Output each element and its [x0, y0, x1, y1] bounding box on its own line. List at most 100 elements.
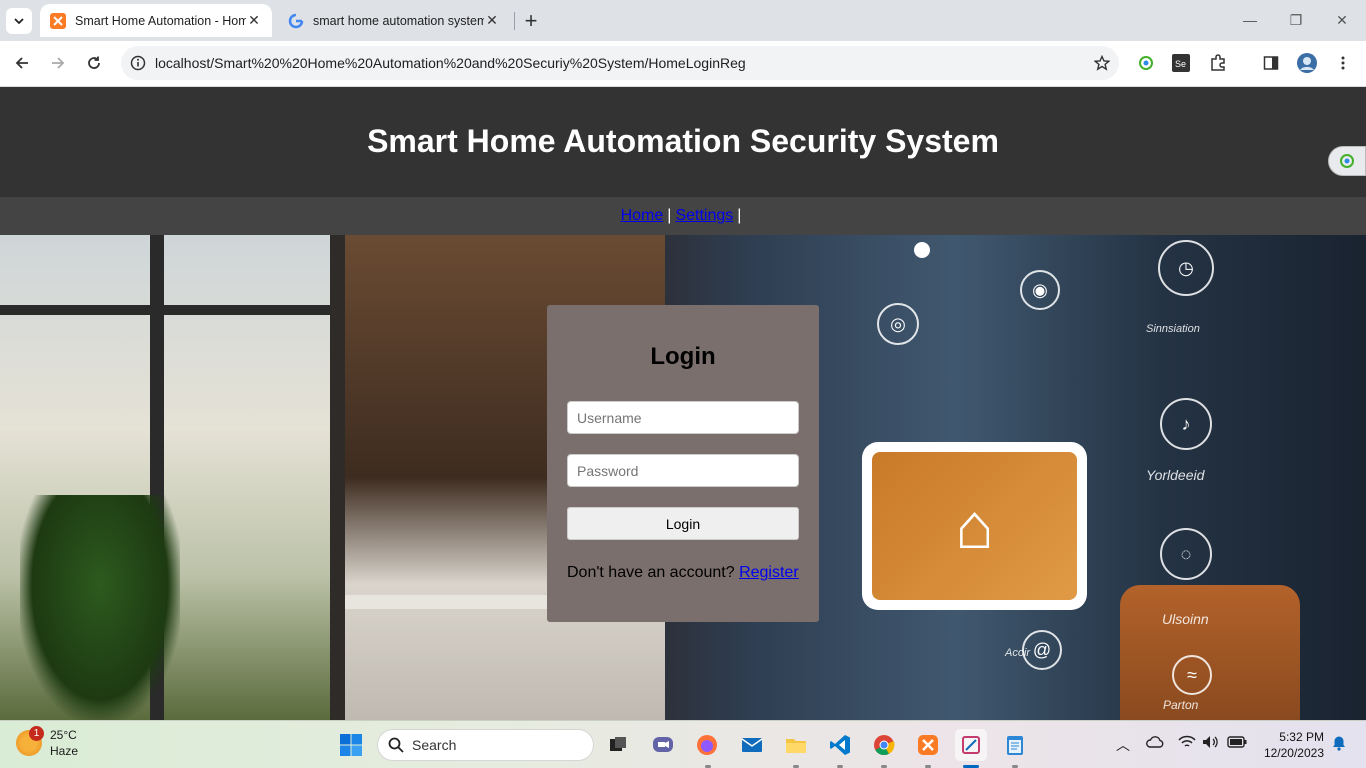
- xampp-icon: [50, 12, 66, 29]
- tab-smart-home[interactable]: Smart Home Automation - Home ✕: [40, 4, 272, 37]
- close-tab-icon[interactable]: ✕: [484, 12, 500, 29]
- site-title: Smart Home Automation Security System: [367, 122, 999, 159]
- taskbar-search[interactable]: Search: [377, 729, 594, 761]
- chevron-down-icon: [14, 18, 24, 25]
- tab-title: smart home automation system: [313, 13, 484, 28]
- nav-separator: |: [737, 207, 742, 224]
- hologram-dot-icon: [914, 242, 930, 258]
- floating-extension-icon[interactable]: [1328, 146, 1366, 176]
- profile-avatar[interactable]: [1292, 48, 1322, 78]
- hologram-signal-icon: ◉: [1020, 270, 1060, 310]
- site-info-icon[interactable]: [121, 55, 155, 71]
- login-form: Login Login Don't have an account? Regis…: [547, 305, 819, 622]
- window-frame: [0, 305, 345, 315]
- hologram-wave-icon: ≈: [1172, 655, 1212, 695]
- minimize-button[interactable]: —: [1230, 6, 1270, 34]
- nav-separator: |: [667, 207, 672, 224]
- teams-chat-icon[interactable]: [647, 729, 679, 761]
- notification-badge: 1: [29, 726, 44, 741]
- hologram-label: Ulsoinn: [1162, 611, 1209, 627]
- system-clock[interactable]: 5:32 PM 12/20/2023: [1256, 729, 1324, 761]
- search-icon: [388, 737, 404, 753]
- hologram-bulb-icon: ◌: [1160, 528, 1212, 580]
- weather-temperature: 25°C: [50, 728, 77, 742]
- address-bar[interactable]: localhost/Smart%20%20Home%20Automation%2…: [121, 46, 1119, 80]
- google-icon: [288, 13, 304, 29]
- notification-bell-icon[interactable]: [1331, 735, 1347, 754]
- show-hidden-icons-chevron-icon[interactable]: ︿: [1116, 735, 1130, 755]
- sun-haze-icon: 1: [16, 726, 44, 756]
- nav-home-link[interactable]: Home: [621, 207, 664, 225]
- tab-divider: [514, 12, 515, 30]
- site-header: Smart Home Automation Security System: [0, 87, 1366, 197]
- xampp-icon[interactable]: [912, 729, 944, 761]
- back-button[interactable]: [7, 48, 37, 78]
- extension-selenium-icon[interactable]: Se: [1166, 48, 1196, 78]
- snipping-tool-icon[interactable]: [955, 729, 987, 761]
- register-prompt-text: Don't have an account?: [567, 564, 735, 581]
- web-page: Smart Home Automation Security System Ho…: [0, 87, 1366, 720]
- register-prompt: Don't have an account? Register: [567, 564, 799, 582]
- bookmark-star-icon[interactable]: [1085, 55, 1119, 71]
- tab-title: Smart Home Automation - Home: [75, 13, 246, 28]
- reload-button[interactable]: [79, 48, 109, 78]
- username-input[interactable]: [567, 401, 799, 434]
- tab-search-button[interactable]: [6, 8, 32, 34]
- task-view-icon[interactable]: [602, 729, 634, 761]
- sofa-illustration: [1120, 585, 1300, 720]
- window-frame: [330, 235, 345, 720]
- hologram-label: Parton: [1163, 698, 1199, 712]
- firefox-icon[interactable]: [691, 729, 723, 761]
- file-explorer-icon[interactable]: [780, 729, 812, 761]
- site-nav: Home | Settings |: [0, 197, 1366, 235]
- nav-settings-link[interactable]: Settings: [675, 207, 733, 225]
- battery-icon[interactable]: [1227, 735, 1247, 752]
- restore-button[interactable]: ❐: [1276, 6, 1316, 34]
- volume-icon[interactable]: [1202, 735, 1220, 752]
- hologram-gauge-icon: ◷: [1158, 240, 1214, 296]
- windows-taskbar: 1 25°C Haze Search ︿ 5:32 PM 12/20/2023: [0, 720, 1366, 768]
- start-button[interactable]: [335, 729, 367, 761]
- side-panel-icon[interactable]: [1256, 48, 1286, 78]
- onedrive-cloud-icon[interactable]: [1146, 735, 1164, 752]
- password-input[interactable]: [567, 454, 799, 487]
- plant-illustration: [20, 495, 180, 720]
- svg-text:Se: Se: [1175, 59, 1186, 69]
- weather-condition: Haze: [50, 744, 79, 758]
- clock-time: 5:32 PM: [1279, 730, 1324, 744]
- vscode-icon[interactable]: [824, 729, 856, 761]
- hologram-lock-icon: ◎: [877, 303, 919, 345]
- windows-logo-icon: [340, 734, 362, 756]
- close-tab-icon[interactable]: ✕: [246, 12, 262, 29]
- browser-toolbar: localhost/Smart%20%20Home%20Automation%2…: [0, 41, 1366, 87]
- register-link[interactable]: Register: [739, 564, 799, 581]
- clock-date: 12/20/2023: [1263, 746, 1324, 760]
- tab-strip: Smart Home Automation - Home ✕ smart hom…: [0, 0, 1366, 41]
- mail-icon[interactable]: [736, 729, 768, 761]
- hologram-bell-icon: ♪: [1160, 398, 1212, 450]
- weather-widget[interactable]: 1 25°C Haze: [16, 726, 79, 759]
- url-text[interactable]: localhost/Smart%20%20Home%20Automation%2…: [155, 55, 1085, 71]
- login-heading: Login: [650, 343, 716, 370]
- hologram-label: Acoir: [1005, 647, 1031, 659]
- forward-button[interactable]: [43, 48, 73, 78]
- home-icon: ⌂: [872, 452, 1077, 600]
- hologram-label: Sinnsiation: [1146, 323, 1200, 335]
- extensions-puzzle-icon[interactable]: [1203, 48, 1233, 78]
- tab-google-search[interactable]: smart home automation system ✕: [278, 4, 510, 37]
- hero-background-image: ⌂ ◎ ◉ ◷ ♪ ◌ @ ≈ Yorldeeid Ulsoinn Acoir …: [0, 235, 1366, 720]
- notepad-icon[interactable]: [999, 729, 1031, 761]
- search-label: Search: [412, 737, 457, 753]
- login-button[interactable]: Login: [567, 507, 799, 540]
- reload-icon: [88, 56, 100, 69]
- chrome-icon[interactable]: [868, 729, 900, 761]
- close-window-button[interactable]: ✕: [1322, 6, 1362, 34]
- hologram-label: Yorldeeid: [1146, 467, 1205, 483]
- extension-selenium-ide-icon[interactable]: [1131, 48, 1161, 78]
- new-tab-button[interactable]: +: [518, 8, 544, 34]
- smart-home-screen-illustration: ⌂: [862, 442, 1087, 610]
- more-menu-icon[interactable]: [1328, 48, 1358, 78]
- arrow-right-icon: [52, 57, 65, 69]
- arrow-left-icon: [15, 57, 28, 69]
- wifi-icon[interactable]: [1178, 735, 1196, 752]
